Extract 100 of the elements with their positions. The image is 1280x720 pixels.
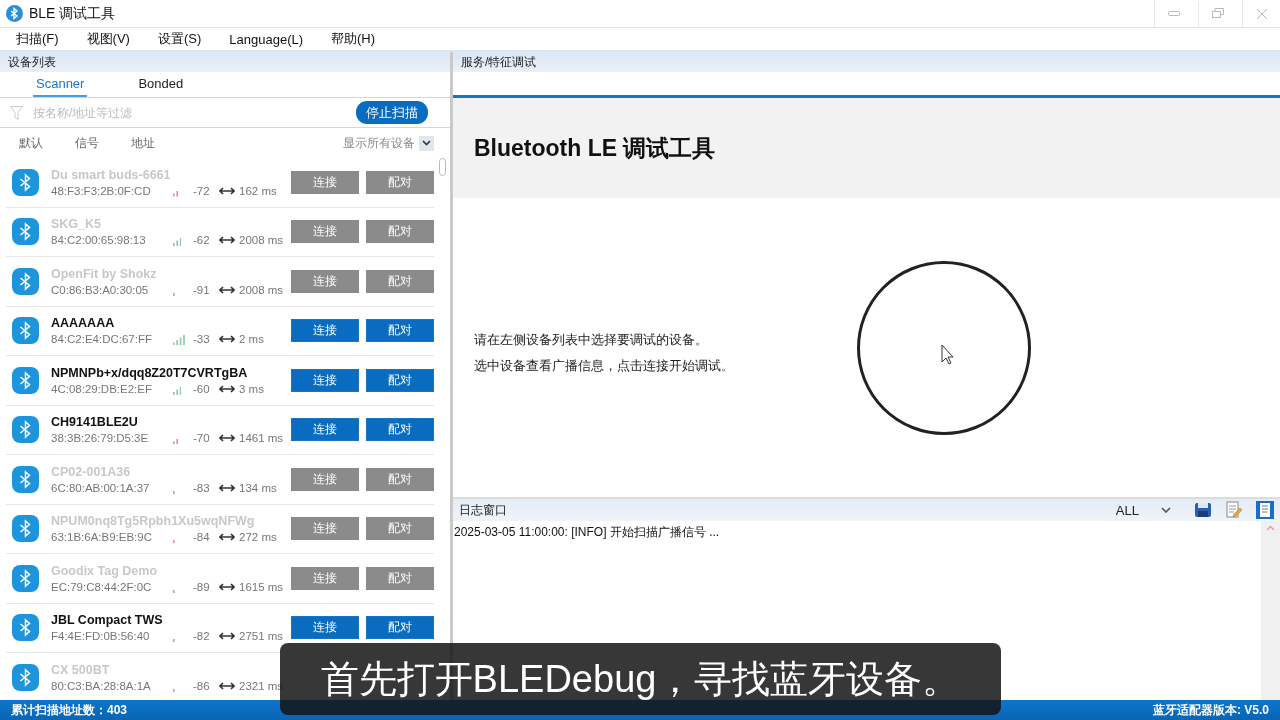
interval-value: 2 ms bbox=[239, 333, 264, 346]
interval-value: 2008 ms bbox=[239, 234, 284, 247]
log-level-dropdown[interactable]: ALL bbox=[1115, 502, 1171, 518]
window-title: BLE 调试工具 bbox=[29, 4, 117, 23]
rssi-value: -33 bbox=[193, 333, 211, 346]
device-row[interactable]: NPMNPb+x/dqq8Z20T7CVRTgBA 4C:08:29:DB:E2:EF -60 3 ms 连接 配对 bbox=[6, 356, 434, 406]
hint-text: 请在左侧设备列表中选择要调试的设备。 bbox=[474, 330, 709, 349]
close-icon bbox=[1255, 7, 1268, 20]
bluetooth-icon bbox=[12, 663, 39, 691]
app-logo-icon bbox=[6, 5, 23, 22]
device-name: NPMNPb+x/dqq8Z20T7CVRTgBA bbox=[51, 365, 249, 380]
double-arrow-icon bbox=[219, 186, 235, 195]
status-text: 蓝牙适配器版本: V5.0 bbox=[1153, 701, 1269, 719]
caret-icon bbox=[1161, 507, 1171, 513]
pair-button[interactable]: 配对 bbox=[366, 368, 434, 392]
scroll-up-icon[interactable] bbox=[1266, 525, 1275, 531]
rssi-value: -89 bbox=[193, 580, 211, 593]
bluetooth-icon bbox=[12, 614, 39, 642]
device-filter-dropdown[interactable]: 显示所有设备 bbox=[343, 134, 415, 152]
filter-icon bbox=[10, 105, 23, 120]
rssi-value: -82 bbox=[193, 630, 211, 643]
panel-header: 设备列表 bbox=[0, 52, 450, 72]
scrollbar[interactable] bbox=[1261, 521, 1280, 700]
interval-value: 162 ms bbox=[239, 184, 277, 197]
device-address: F4:4E:FD:0B:56:40 bbox=[51, 630, 151, 643]
panel-header: 日志窗口 bbox=[459, 501, 508, 519]
filter-field[interactable]: 按名称/地址等过滤 bbox=[31, 104, 348, 121]
menu-item[interactable]: 视图(V) bbox=[86, 30, 130, 48]
device-address: C0:86:B3:A0:30:05 bbox=[51, 283, 150, 296]
device-name: JBL Compact TWS bbox=[51, 613, 164, 628]
edit-icon[interactable] bbox=[1225, 501, 1243, 519]
sort-option[interactable]: 地址 bbox=[131, 134, 155, 152]
interval-value: 134 ms bbox=[239, 481, 277, 494]
device-address: 38:3B:26:79:D5:3E bbox=[51, 432, 150, 445]
page-heading: Bluetooth LE 调试工具 bbox=[474, 133, 716, 163]
sort-option[interactable]: 信号 bbox=[75, 134, 99, 152]
bluetooth-icon bbox=[12, 366, 39, 394]
device-name: CH9141BLE2U bbox=[51, 415, 139, 430]
interval-value: 2008 ms bbox=[239, 283, 284, 296]
rssi-value: -86 bbox=[193, 679, 211, 692]
device-address: 80:C3:BA:28:8A:1A bbox=[51, 679, 152, 692]
double-arrow-icon bbox=[219, 582, 235, 591]
pair-button[interactable]: 配对 bbox=[366, 319, 434, 343]
save-icon[interactable] bbox=[1194, 501, 1212, 519]
log-line: 2025-03-05 11:00:00: [INFO] 开始扫描广播信号 ... bbox=[454, 524, 721, 541]
connect-button[interactable]: 连接 bbox=[291, 319, 359, 343]
tab[interactable]: Bonded bbox=[135, 72, 187, 97]
pair-button[interactable]: 配对 bbox=[366, 418, 434, 442]
rssi-value: -70 bbox=[193, 432, 211, 445]
rssi-value: -83 bbox=[193, 481, 211, 494]
menu-item[interactable]: 设置(S) bbox=[157, 30, 202, 48]
rssi-value: -60 bbox=[193, 382, 211, 395]
panel-header: 服务/特征调试 bbox=[453, 52, 1280, 72]
interval-value: 272 ms bbox=[239, 531, 277, 544]
rssi-value: -91 bbox=[193, 283, 211, 296]
device-address: 63:1B:6A:B9:EB:9C bbox=[51, 531, 153, 544]
scrollbar-thumb[interactable] bbox=[439, 158, 446, 176]
device-address: 84:C2:00:65:98:13 bbox=[51, 234, 147, 247]
double-arrow-icon bbox=[219, 335, 235, 344]
bluetooth-icon bbox=[12, 168, 39, 196]
bluetooth-icon bbox=[12, 564, 39, 592]
double-arrow-icon bbox=[219, 681, 235, 690]
minimize-icon bbox=[1167, 10, 1180, 17]
menu-item[interactable]: Language(L) bbox=[229, 31, 304, 47]
sort-option[interactable]: 默认 bbox=[19, 134, 43, 152]
connect-button[interactable]: 连接 bbox=[291, 616, 359, 640]
restore-icon bbox=[1211, 8, 1224, 19]
rssi-value: -84 bbox=[193, 531, 211, 544]
double-arrow-icon bbox=[219, 434, 235, 443]
device-address: 84:C2:E4:DC:67:FF bbox=[51, 333, 153, 346]
subtitle-toast: 首先打开BLEDebug，寻找蓝牙设备。 bbox=[280, 643, 1001, 715]
stop-scan-button[interactable]: 停止扫描 bbox=[356, 101, 428, 124]
interval-value: 1615 ms bbox=[239, 580, 284, 593]
bluetooth-icon bbox=[12, 317, 39, 345]
bluetooth-icon bbox=[12, 465, 39, 493]
menu-item[interactable]: 扫描(F) bbox=[16, 30, 59, 48]
double-arrow-icon bbox=[219, 632, 235, 641]
connect-button[interactable]: 连接 bbox=[291, 368, 359, 392]
menu-item[interactable]: 帮助(H) bbox=[331, 30, 376, 48]
device-row[interactable]: CH9141BLE2U 38:3B:26:79:D5:3E -70 1461 ms 连接 配对 bbox=[6, 405, 434, 455]
interval-value: 2751 ms bbox=[239, 630, 284, 643]
status-text: 累计扫描地址数：403 bbox=[11, 701, 128, 719]
pair-button[interactable]: 配对 bbox=[366, 616, 434, 640]
device-address: 4C:08:29:DB:E2:EF bbox=[51, 382, 153, 395]
connect-button[interactable]: 连接 bbox=[291, 418, 359, 442]
caret-icon[interactable] bbox=[419, 135, 434, 151]
device-address: 48:F3:F3:2B:0F:CD bbox=[51, 184, 152, 197]
device-address: EC:79:C8:44:2F:0C bbox=[51, 580, 153, 593]
double-arrow-icon bbox=[219, 384, 235, 393]
document-icon[interactable] bbox=[1256, 501, 1274, 519]
device-name: AAAAAAA bbox=[51, 316, 116, 331]
bluetooth-icon bbox=[12, 416, 39, 444]
device-row[interactable]: AAAAAAA 84:C2:E4:DC:67:FF -33 2 ms 连接 配对 bbox=[6, 306, 434, 356]
tab[interactable]: Scanner bbox=[33, 72, 88, 97]
double-arrow-icon bbox=[219, 285, 235, 294]
bluetooth-icon bbox=[12, 515, 39, 543]
interval-value: 3 ms bbox=[239, 382, 264, 395]
rssi-value: -72 bbox=[193, 184, 211, 197]
double-arrow-icon bbox=[219, 533, 235, 542]
interval-value: 1461 ms bbox=[239, 432, 284, 445]
